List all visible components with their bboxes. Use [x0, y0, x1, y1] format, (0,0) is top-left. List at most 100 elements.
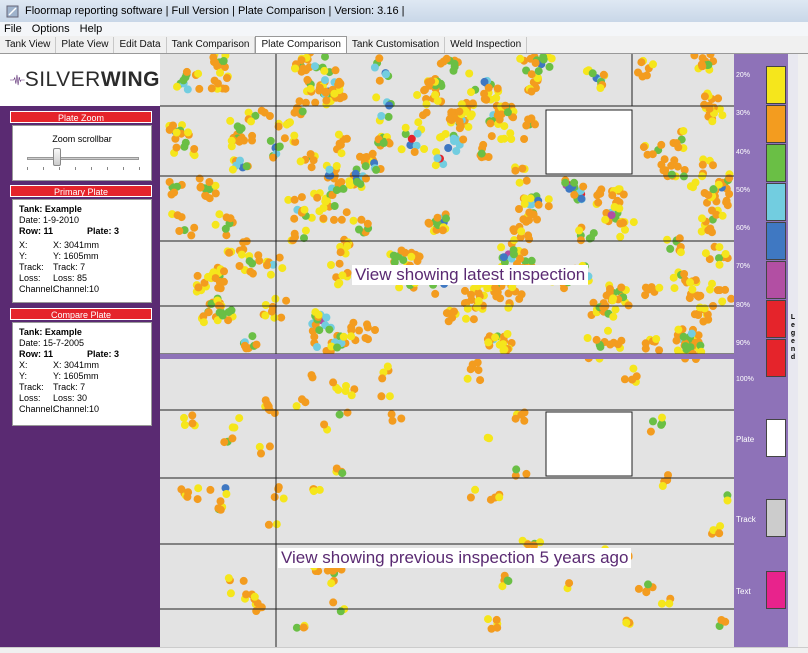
corrosion-point	[342, 208, 351, 217]
compare-field-track: Track: Track: 7	[19, 382, 86, 392]
corrosion-point	[471, 485, 480, 494]
view-separator	[160, 354, 736, 359]
corrosion-point	[619, 190, 628, 199]
legend-level-label: 80%	[736, 302, 751, 309]
corrosion-point	[339, 332, 348, 341]
corrosion-point	[338, 469, 347, 478]
corrosion-point	[639, 143, 648, 152]
legend-text-label: Text	[736, 587, 751, 596]
zoom-slider-track[interactable]	[27, 157, 139, 160]
corrosion-point	[486, 119, 495, 128]
corrosion-point	[503, 108, 512, 117]
corrosion-point	[266, 136, 275, 145]
corrosion-point	[188, 419, 197, 428]
corrosion-point	[351, 169, 360, 178]
corrosion-point	[220, 267, 228, 276]
corrosion-point	[592, 335, 601, 344]
previous-view-bg	[160, 358, 736, 647]
compare-field-x: X: X: 3041mm	[19, 360, 100, 370]
tab-weld-inspection[interactable]: Weld Inspection	[445, 37, 528, 53]
plate-comparison-view[interactable]: View showing latest inspection View show…	[160, 54, 736, 647]
corrosion-point	[485, 434, 494, 443]
corrosion-point	[629, 218, 638, 227]
zoom-slider-thumb[interactable]	[53, 148, 61, 166]
brand-name: SILVERWING	[24, 68, 160, 91]
corrosion-point	[447, 108, 456, 117]
corrosion-point	[327, 579, 336, 588]
corrosion-point	[608, 191, 617, 200]
corrosion-point	[491, 333, 500, 342]
corrosion-point	[204, 308, 213, 317]
menu-help[interactable]: Help	[80, 23, 103, 35]
corrosion-point	[487, 132, 496, 141]
corrosion-point	[205, 178, 214, 186]
corrosion-point	[431, 289, 440, 298]
corrosion-point	[527, 70, 536, 79]
corrosion-point	[691, 178, 700, 187]
corrosion-point	[459, 135, 468, 144]
corrosion-point	[377, 112, 386, 120]
corrosion-point	[270, 493, 279, 502]
slider-tick	[75, 167, 76, 170]
tab-tank-comparison[interactable]: Tank Comparison	[167, 37, 256, 53]
corrosion-point	[361, 334, 370, 342]
corrosion-point	[466, 493, 475, 502]
corrosion-point	[334, 130, 343, 139]
corrosion-point	[172, 128, 181, 137]
corrosion-point	[216, 68, 224, 77]
corrosion-point	[503, 576, 512, 585]
corrosion-point	[204, 272, 212, 281]
corrosion-point	[235, 262, 244, 270]
corrosion-point	[449, 134, 458, 143]
corrosion-point	[709, 161, 717, 170]
menu-file[interactable]: File	[4, 23, 22, 35]
corrosion-point	[322, 313, 331, 322]
corrosion-point	[239, 238, 248, 247]
corrosion-point	[688, 285, 697, 294]
tab-plate-comparison[interactable]: Plate Comparison	[255, 36, 347, 53]
primary-date: Date: 1-9-2010	[19, 215, 80, 225]
tab-tank-customisation[interactable]: Tank Customisation	[347, 37, 446, 53]
corrosion-point	[544, 202, 553, 211]
corrosion-point	[410, 148, 419, 156]
corrosion-point	[641, 283, 650, 292]
corrosion-point	[486, 495, 495, 504]
corrosion-point	[223, 74, 231, 82]
corrosion-point	[300, 205, 309, 214]
corrosion-point	[531, 120, 539, 129]
menu-options[interactable]: Options	[32, 23, 70, 35]
corrosion-point	[378, 374, 387, 383]
corrosion-point	[674, 325, 683, 334]
corrosion-point	[518, 164, 527, 173]
corrosion-point	[190, 223, 199, 232]
tab-tank-view[interactable]: Tank View	[0, 37, 57, 53]
corrosion-point	[646, 427, 655, 436]
corrosion-point	[715, 529, 724, 538]
corrosion-point	[694, 331, 703, 340]
corrosion-point	[493, 84, 502, 93]
corrosion-point	[221, 84, 230, 93]
corrosion-point	[310, 62, 319, 71]
corrosion-point	[193, 271, 202, 280]
corrosion-point	[315, 326, 324, 335]
corrosion-point	[180, 413, 188, 422]
corrosion-point	[193, 495, 202, 504]
corrosion-point	[497, 243, 506, 252]
slider-tick	[43, 167, 44, 170]
corrosion-point	[493, 623, 502, 632]
corrosion-point	[622, 618, 631, 627]
corrosion-point	[222, 490, 231, 498]
corrosion-point	[282, 120, 291, 129]
corrosion-point	[679, 332, 688, 341]
corrosion-point	[721, 250, 730, 258]
corrosion-point	[673, 346, 682, 355]
corrosion-point	[265, 112, 274, 120]
tab-plate-view[interactable]: Plate View	[56, 37, 115, 53]
corrosion-point	[634, 68, 642, 77]
corrosion-point	[534, 67, 543, 76]
corrosion-point	[520, 135, 529, 143]
corrosion-point	[455, 107, 464, 116]
compare-field-y: Y: Y: 1605mm	[19, 371, 99, 381]
corrosion-point	[235, 125, 244, 134]
tab-edit-data[interactable]: Edit Data	[114, 37, 167, 53]
